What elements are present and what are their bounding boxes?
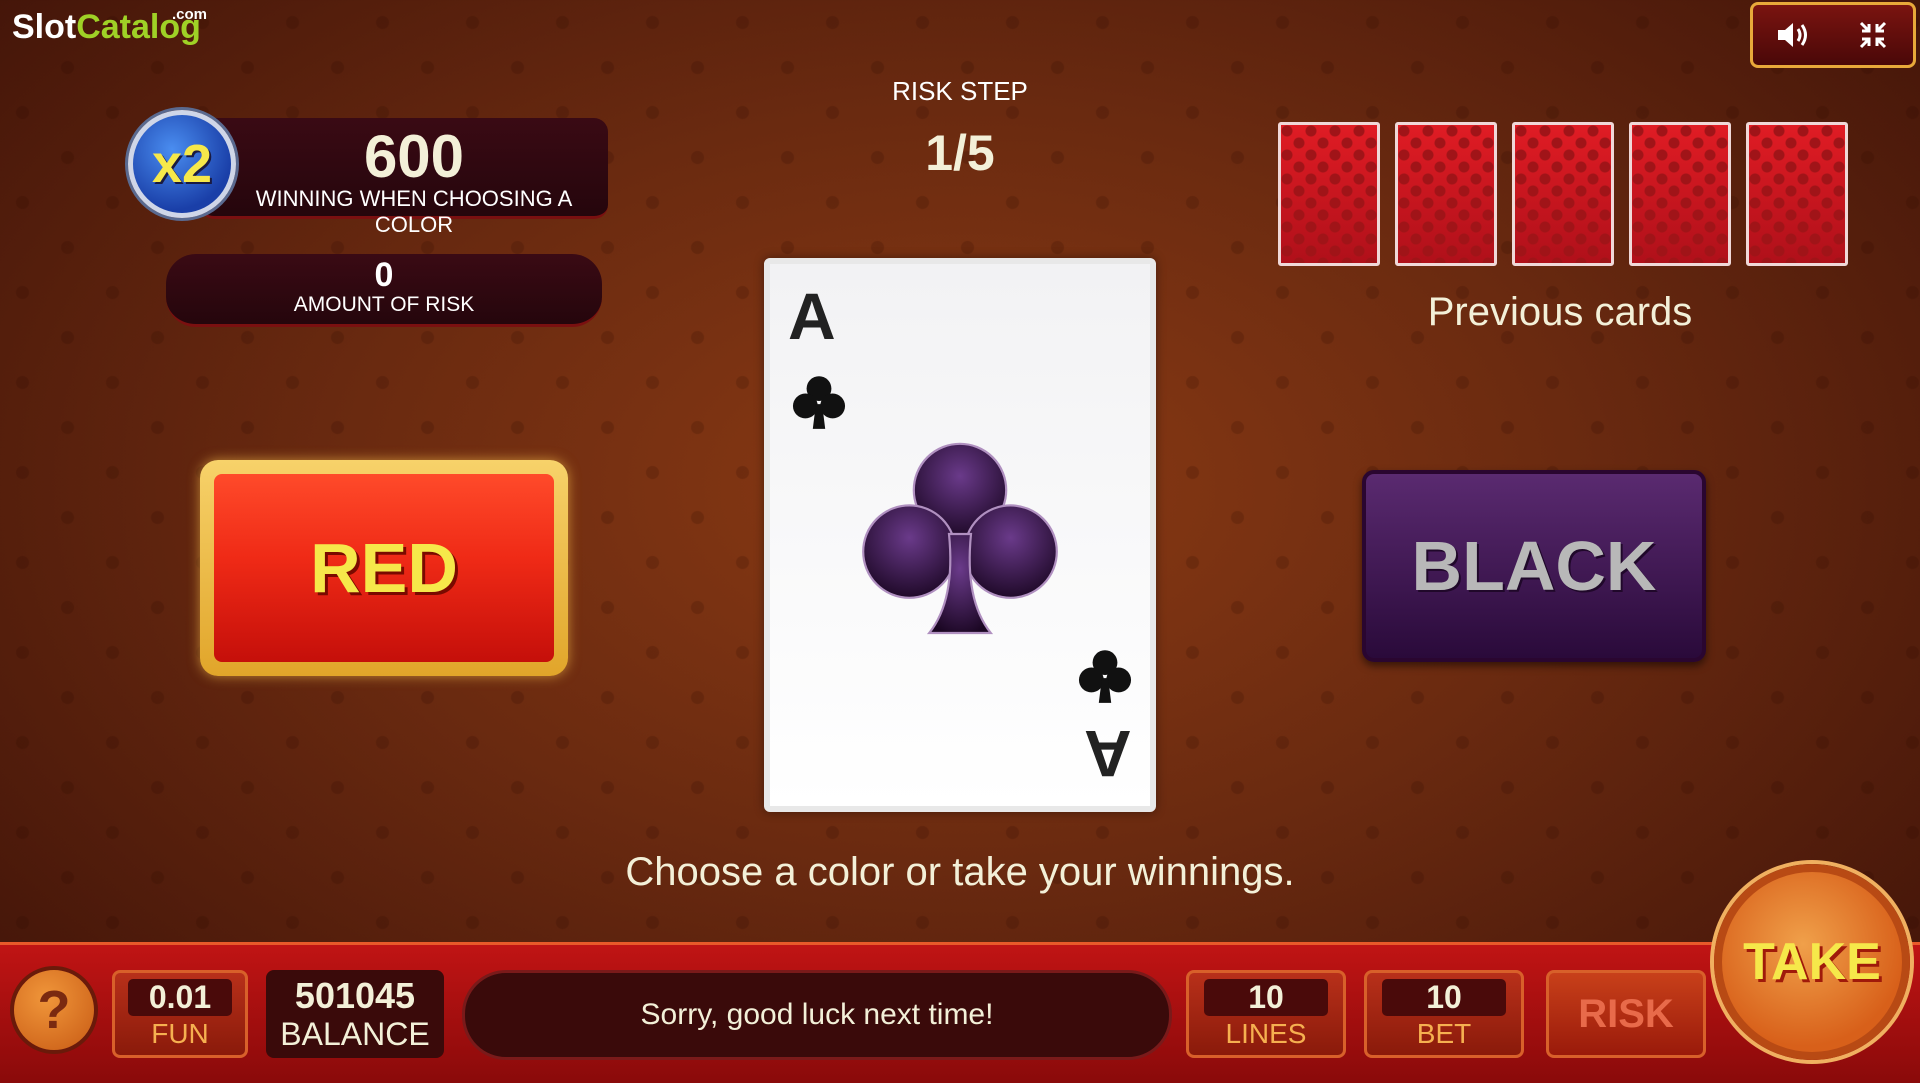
risk-amount-value: 0	[374, 256, 394, 294]
bet-box[interactable]: 10 BET	[1364, 970, 1524, 1058]
top-controls	[1750, 2, 1916, 68]
balance-box: 501045 BALANCE	[266, 970, 444, 1058]
previous-cards-title: Previous cards	[1427, 290, 1693, 334]
risk-step-value: 1/5	[925, 125, 995, 181]
lines-label: LINES	[1225, 1018, 1307, 1049]
take-button[interactable]: TAKE	[1714, 864, 1910, 1060]
previous-card	[1278, 122, 1380, 266]
red-button[interactable]: RED	[200, 460, 568, 676]
black-button[interactable]: BLACK	[1362, 470, 1706, 662]
lines-box[interactable]: 10 LINES	[1186, 970, 1346, 1058]
card-rank-bottom: A	[1084, 717, 1132, 791]
previous-card	[1395, 122, 1497, 266]
playing-card: A A	[764, 258, 1156, 812]
collapse-icon[interactable]	[1851, 13, 1895, 57]
coin-value-box[interactable]: 0.01 FUN	[112, 970, 248, 1058]
multiplier-badge: x2	[128, 110, 236, 218]
previous-card	[1629, 122, 1731, 266]
bet-label: BET	[1416, 1018, 1472, 1049]
previous-card	[1746, 122, 1848, 266]
card-rank-top: A	[788, 279, 836, 353]
coin-label: FUN	[151, 1018, 209, 1049]
speaker-icon[interactable]	[1771, 13, 1815, 57]
lines-value: 10	[1204, 979, 1328, 1016]
coin-value: 0.01	[128, 979, 232, 1016]
club-icon	[1078, 650, 1132, 703]
logo: SlotCatalog .com	[12, 6, 208, 46]
status-message: Sorry, good luck next time!	[462, 970, 1172, 1060]
balance-label: BALANCE	[280, 1016, 430, 1052]
winning-label: WINNING WHEN CHOOSING A COLOR	[255, 186, 573, 237]
balance-value: 501045	[294, 975, 416, 1016]
help-button[interactable]: ?	[10, 966, 98, 1054]
club-icon	[862, 442, 1058, 635]
risk-amount-panel: 0 AMOUNT OF RISK	[166, 254, 602, 327]
instruction-message: Choose a color or take your winnings.	[625, 850, 1295, 894]
risk-button[interactable]: RISK	[1546, 970, 1706, 1058]
risk-amount-label: AMOUNT OF RISK	[293, 293, 475, 316]
red-button-label: RED	[214, 474, 554, 662]
club-icon	[792, 376, 846, 429]
risk-step-label: RISK STEP	[892, 76, 1028, 106]
winning-value: 600	[363, 123, 465, 190]
multiplier-panel: 600 WINNING WHEN CHOOSING A COLOR	[200, 118, 608, 237]
bet-value: 10	[1382, 979, 1506, 1016]
previous-card	[1512, 122, 1614, 266]
